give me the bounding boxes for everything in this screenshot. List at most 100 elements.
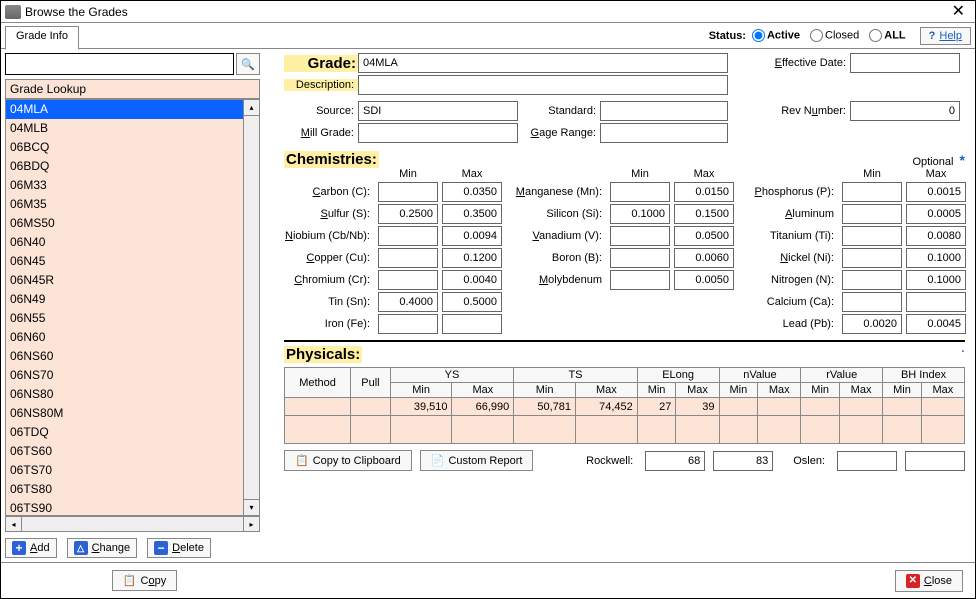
chem-max[interactable] — [906, 248, 966, 268]
tab-grade-info[interactable]: Grade Info — [5, 26, 79, 50]
scroll-left-button[interactable]: ◂ — [6, 517, 22, 531]
effective-date-field[interactable] — [850, 53, 960, 73]
col-ts[interactable]: TS — [514, 368, 638, 383]
col-pull[interactable]: Pull — [351, 368, 391, 398]
gage-range-field[interactable] — [600, 123, 728, 143]
list-item[interactable]: 06N45 — [6, 252, 243, 271]
chem-max[interactable] — [674, 204, 734, 224]
scroll-right-button[interactable]: ▸ — [243, 517, 259, 531]
list-item[interactable]: 06MS50 — [6, 214, 243, 233]
list-item[interactable]: 06TS60 — [6, 442, 243, 461]
chem-min[interactable] — [378, 204, 438, 224]
mill-grade-field[interactable] — [358, 123, 518, 143]
standard-field[interactable] — [600, 101, 728, 121]
chem-max[interactable] — [442, 226, 502, 246]
chem-min[interactable] — [842, 226, 902, 246]
chem-max[interactable] — [442, 292, 502, 312]
chem-min[interactable] — [378, 226, 438, 246]
chem-min[interactable] — [842, 292, 902, 312]
radio-all[interactable]: ALL — [869, 29, 905, 42]
list-item[interactable]: 06NS80M — [6, 404, 243, 423]
oslen-min[interactable] — [837, 451, 897, 471]
chem-max[interactable] — [906, 204, 966, 224]
scroll-down-button[interactable]: ▾ — [244, 499, 259, 515]
list-item[interactable]: 06M35 — [6, 195, 243, 214]
copy-clipboard-button[interactable]: 📋 Copy to Clipboard — [284, 450, 412, 471]
chem-max[interactable] — [906, 226, 966, 246]
chem-max[interactable] — [906, 270, 966, 290]
chem-min[interactable] — [610, 270, 670, 290]
description-field[interactable] — [358, 75, 728, 95]
window-close-button[interactable]: ✕ — [946, 2, 971, 22]
list-item[interactable]: 06N60 — [6, 328, 243, 347]
chem-max[interactable] — [674, 270, 734, 290]
chem-max[interactable] — [442, 182, 502, 202]
rockwell-min[interactable] — [645, 451, 705, 471]
chem-max[interactable] — [442, 270, 502, 290]
chem-max[interactable] — [906, 182, 966, 202]
list-item[interactable]: 06BCQ — [6, 138, 243, 157]
chem-max[interactable] — [442, 248, 502, 268]
custom-report-button[interactable]: 📄 Custom Report — [420, 450, 534, 471]
list-item[interactable]: 06TS90 — [6, 499, 243, 515]
grade-list[interactable]: 04MLA04MLB06BCQ06BDQ06M3306M3506MS5006N4… — [5, 99, 260, 516]
col-sub[interactable]: Min — [883, 383, 922, 398]
list-item[interactable]: 06N40 — [6, 233, 243, 252]
search-button[interactable]: 🔍 — [236, 53, 260, 75]
col-sub[interactable]: Max — [758, 383, 801, 398]
copy-button[interactable]: 📋 Copy — [112, 570, 177, 591]
add-button[interactable]: + Add — [5, 538, 57, 558]
delete-button[interactable]: − Delete — [147, 538, 211, 558]
grade-field[interactable] — [358, 53, 728, 73]
chem-min[interactable] — [842, 182, 902, 202]
chem-max[interactable] — [674, 182, 734, 202]
change-button[interactable]: △ Change — [67, 538, 138, 558]
list-item[interactable]: 06NS80 — [6, 385, 243, 404]
col-method[interactable]: Method — [285, 368, 351, 398]
list-item[interactable]: 06TDQ — [6, 423, 243, 442]
list-item[interactable]: 06BDQ — [6, 157, 243, 176]
col-sub[interactable]: Min — [801, 383, 840, 398]
chem-min[interactable] — [378, 182, 438, 202]
radio-active[interactable]: Active — [752, 29, 800, 42]
list-item[interactable]: 06NS70 — [6, 366, 243, 385]
list-item[interactable]: 06M33 — [6, 176, 243, 195]
list-item[interactable]: 06N49 — [6, 290, 243, 309]
chem-min[interactable] — [610, 204, 670, 224]
chem-min[interactable] — [842, 270, 902, 290]
list-item[interactable]: 06N45R — [6, 271, 243, 290]
col-sub[interactable]: Max — [676, 383, 719, 398]
list-item[interactable]: 06TS80 — [6, 480, 243, 499]
rockwell-max[interactable] — [713, 451, 773, 471]
chem-max[interactable] — [442, 314, 502, 334]
help-button[interactable]: ? Help — [920, 27, 971, 45]
col-sub[interactable]: Max — [575, 383, 637, 398]
col-rvalue[interactable]: rValue — [801, 368, 883, 383]
list-item[interactable]: 04MLA — [6, 100, 243, 119]
col-sub[interactable]: Min — [390, 383, 452, 398]
rev-number-field[interactable] — [850, 101, 960, 121]
chem-min[interactable] — [610, 248, 670, 268]
list-item[interactable]: 06NS60 — [6, 347, 243, 366]
scroll-up-button[interactable]: ▴ — [244, 100, 259, 116]
chem-min[interactable] — [378, 292, 438, 312]
chem-min[interactable] — [842, 248, 902, 268]
close-button[interactable]: ✕ Close — [895, 570, 963, 592]
chem-min[interactable] — [378, 248, 438, 268]
table-row[interactable]: 39,51066,99050,78174,4522739 — [285, 398, 965, 416]
col-ys[interactable]: YS — [390, 368, 514, 383]
chem-max[interactable] — [674, 248, 734, 268]
chem-max[interactable] — [906, 292, 966, 312]
search-input[interactable] — [5, 53, 234, 75]
list-item[interactable]: 06TS70 — [6, 461, 243, 480]
col-sub[interactable]: Min — [637, 383, 676, 398]
col-sub[interactable]: Max — [921, 383, 964, 398]
chem-min[interactable] — [378, 270, 438, 290]
list-item[interactable]: 04MLB — [6, 119, 243, 138]
col-sub[interactable]: Max — [840, 383, 883, 398]
col-sub[interactable]: Min — [514, 383, 576, 398]
col-bhindex[interactable]: BH Index — [883, 368, 965, 383]
chem-max[interactable] — [442, 204, 502, 224]
chem-min[interactable] — [842, 204, 902, 224]
col-nvalue[interactable]: nValue — [719, 368, 801, 383]
